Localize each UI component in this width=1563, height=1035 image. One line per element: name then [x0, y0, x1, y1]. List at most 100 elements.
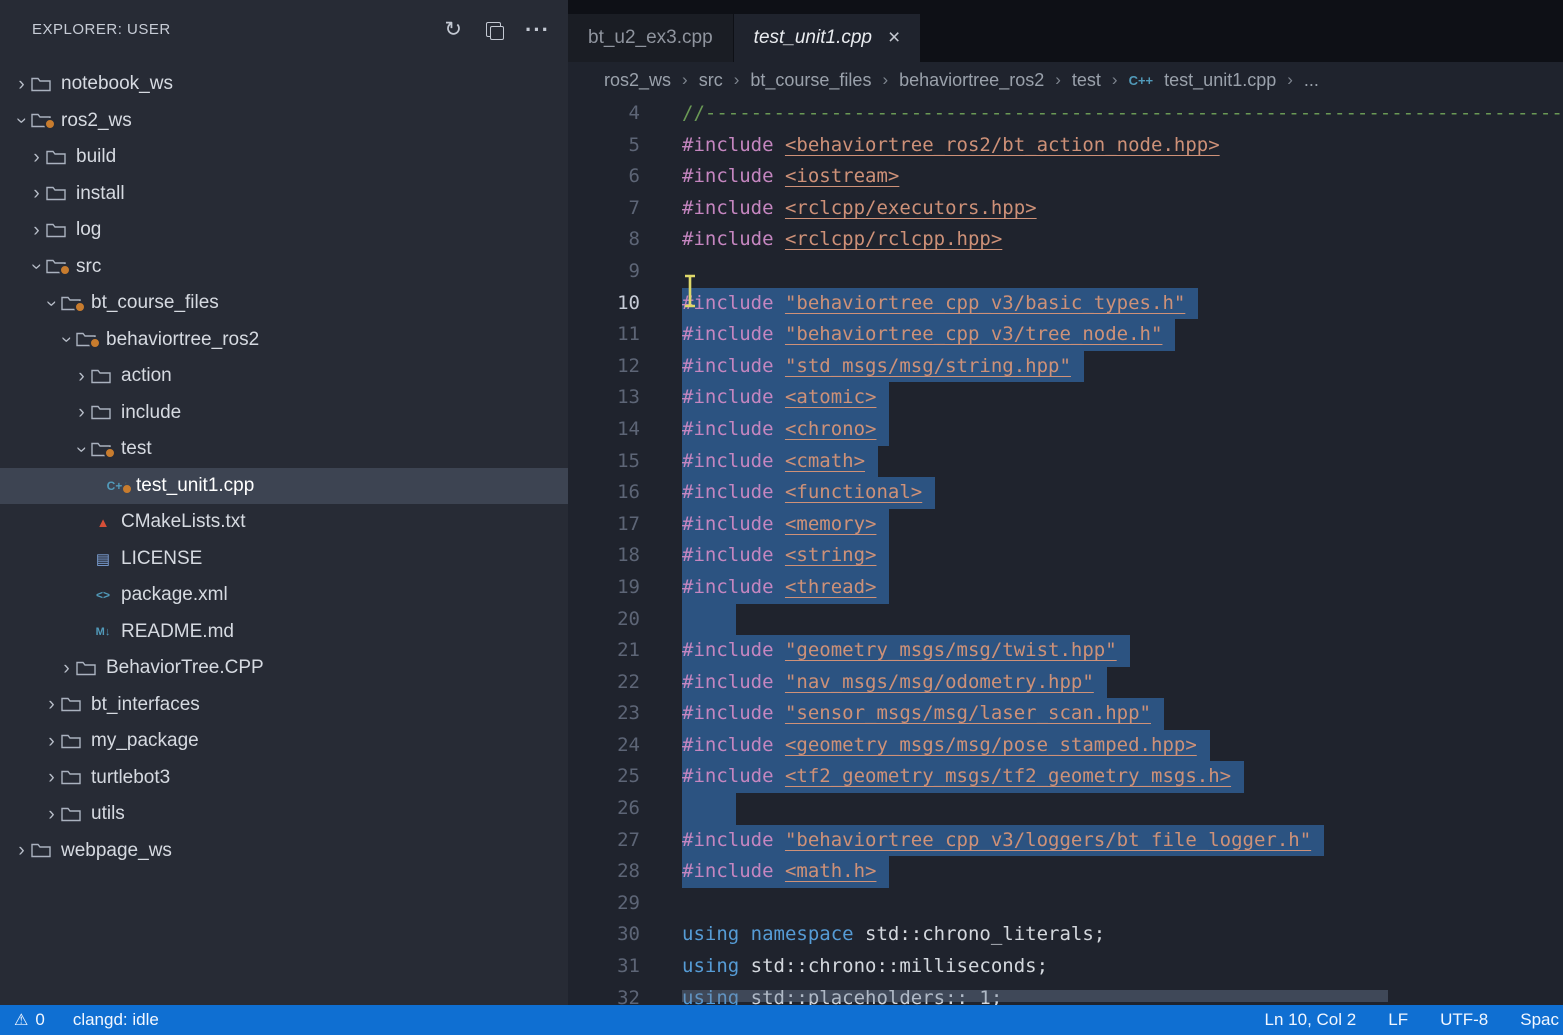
chevron-down-icon: › — [72, 440, 91, 459]
code-line[interactable]: 16#include <functional> — [568, 477, 1563, 509]
tree-item[interactable]: ›include — [0, 395, 568, 432]
code-line[interactable]: 6#include <iostream> — [568, 161, 1563, 193]
code-token: #include — [682, 829, 785, 851]
tree-item[interactable]: ›test — [0, 431, 568, 468]
problems-indicator[interactable]: ⚠0 — [14, 1010, 45, 1030]
tree-item[interactable]: ›BehaviorTree.CPP — [0, 650, 568, 687]
tree-item[interactable]: ›src — [0, 249, 568, 286]
code-line[interactable]: 5#include <behaviortree_ros2/bt_action_n… — [568, 130, 1563, 162]
editor-tab[interactable]: bt_u2_ex3.cpp — [568, 14, 734, 62]
code-line[interactable]: 27#include "behaviortree_cpp_v3/loggers/… — [568, 825, 1563, 857]
code-line-text: #include "behaviortree_cpp_v3/basic_type… — [682, 288, 1198, 320]
code-line[interactable]: 13#include <atomic> — [568, 382, 1563, 414]
collapse-folders-icon[interactable] — [486, 18, 501, 40]
folder-icon — [31, 843, 53, 858]
code-editor[interactable]: 4//-------------------------------------… — [568, 98, 1563, 1005]
refresh-icon[interactable]: ↻ — [444, 18, 462, 40]
code-line[interactable]: 9 — [568, 256, 1563, 288]
breadcrumb-item[interactable]: bt_course_files — [750, 70, 871, 91]
code-line[interactable]: 10#include "behaviortree_cpp_v3/basic_ty… — [568, 288, 1563, 320]
horizontal-scrollbar[interactable] — [682, 990, 1388, 1002]
tree-item-label: turtlebot3 — [91, 767, 170, 789]
chevron-down-icon: › — [27, 257, 46, 276]
cursor-position[interactable]: Ln 10, Col 2 — [1265, 1010, 1357, 1030]
chevron-right-icon: › — [27, 221, 46, 240]
code-line[interactable]: 28#include <math.h> — [568, 856, 1563, 888]
code-line[interactable]: 24#include <geometry_msgs/msg/pose_stamp… — [568, 730, 1563, 762]
line-number: 17 — [568, 509, 640, 541]
tree-item[interactable]: ›my_package — [0, 723, 568, 760]
code-line[interactable]: 7#include <rclcpp/executors.hpp> — [568, 193, 1563, 225]
line-number: 15 — [568, 446, 640, 478]
tree-item[interactable]: CMakeLists.txt — [0, 504, 568, 541]
tree-item[interactable]: ›build — [0, 139, 568, 176]
code-line[interactable]: 25#include <tf2_geometry_msgs/tf2_geomet… — [568, 761, 1563, 793]
tree-item[interactable]: ›install — [0, 176, 568, 213]
code-line[interactable]: 26 — [568, 793, 1563, 825]
code-line[interactable]: 17#include <memory> — [568, 509, 1563, 541]
clangd-status[interactable]: clangd: idle — [73, 1010, 159, 1030]
tree-item-label: install — [76, 183, 125, 205]
code-line[interactable]: 22#include "nav_msgs/msg/odometry.hpp" — [568, 667, 1563, 699]
tree-item[interactable]: test_unit1.cpp — [0, 468, 568, 505]
eol-indicator[interactable]: LF — [1388, 1010, 1408, 1030]
tree-item-label: BehaviorTree.CPP — [106, 657, 264, 679]
code-line[interactable]: 21#include "geometry_msgs/msg/twist.hpp" — [568, 635, 1563, 667]
code-token: <rclcpp/rclcpp.hpp> — [785, 228, 1002, 250]
line-number: 12 — [568, 351, 640, 383]
code-line[interactable]: 8#include <rclcpp/rclcpp.hpp> — [568, 224, 1563, 256]
code-line[interactable]: 11#include "behaviortree_cpp_v3/tree_nod… — [568, 319, 1563, 351]
code-line-text: #include "behaviortree_cpp_v3/loggers/bt… — [682, 825, 1324, 857]
tree-item[interactable]: ›action — [0, 358, 568, 395]
tree-item[interactable]: package.xml — [0, 577, 568, 614]
code-line[interactable]: 31using std::chrono::milliseconds; — [568, 951, 1563, 983]
encoding-indicator[interactable]: UTF-8 — [1440, 1010, 1488, 1030]
breadcrumb-item[interactable]: ros2_ws — [604, 70, 671, 91]
code-token: #include — [682, 292, 785, 314]
code-line-text: #include <tf2_geometry_msgs/tf2_geometry… — [682, 761, 1244, 793]
tree-item[interactable]: ›turtlebot3 — [0, 760, 568, 797]
tree-item[interactable]: README.md — [0, 614, 568, 651]
code-line[interactable]: 12#include "std_msgs/msg/string.hpp" — [568, 351, 1563, 383]
folder-icon — [46, 150, 68, 165]
tree-item-label: README.md — [121, 621, 234, 643]
tree-item[interactable]: ›utils — [0, 796, 568, 833]
breadcrumb-more[interactable]: ... — [1304, 70, 1319, 91]
line-number: 24 — [568, 730, 640, 762]
tree-item[interactable]: ›webpage_ws — [0, 833, 568, 870]
breadcrumb-item[interactable]: test — [1072, 70, 1101, 91]
tree-item-label: ros2_ws — [61, 110, 132, 132]
folder-icon — [46, 223, 68, 238]
editor-tab[interactable]: test_unit1.cpp × — [734, 14, 922, 62]
indentation-indicator[interactable]: Spac — [1520, 1010, 1559, 1030]
chevron-down-icon: › — [42, 294, 61, 313]
code-line[interactable]: 30using namespace std::chrono_literals; — [568, 919, 1563, 951]
code-line[interactable]: 23#include "sensor_msgs/msg/laser_scan.h… — [568, 698, 1563, 730]
tree-item[interactable]: ›log — [0, 212, 568, 249]
chevron-down-icon: › — [12, 111, 31, 130]
code-line[interactable]: 20 — [568, 604, 1563, 636]
line-number: 23 — [568, 698, 640, 730]
code-line[interactable]: 29 — [568, 888, 1563, 920]
close-icon[interactable]: × — [888, 26, 900, 50]
line-number: 29 — [568, 888, 640, 920]
code-line[interactable]: 4//-------------------------------------… — [568, 98, 1563, 130]
tree-item[interactable]: ›bt_interfaces — [0, 687, 568, 724]
more-actions-icon[interactable]: ··· — [525, 18, 550, 40]
tree-item[interactable]: › ros2_ws — [0, 103, 568, 140]
folder-icon — [61, 807, 83, 822]
code-line[interactable]: 14#include <chrono> — [568, 414, 1563, 446]
tree-item[interactable]: ›behaviortree_ros2 — [0, 322, 568, 359]
tab-label: test_unit1.cpp — [754, 27, 872, 49]
code-line[interactable]: 15#include <cmath> — [568, 446, 1563, 478]
code-line[interactable]: 18#include <string> — [568, 540, 1563, 572]
chevron-down-icon: › — [57, 330, 76, 349]
tree-item[interactable]: LICENSE — [0, 541, 568, 578]
breadcrumb-item[interactable]: src — [699, 70, 723, 91]
code-line[interactable]: 19#include <thread> — [568, 572, 1563, 604]
tree-item[interactable]: ›bt_course_files — [0, 285, 568, 322]
tab-bar: bt_u2_ex3.cpp test_unit1.cpp × — [568, 0, 1563, 62]
tree-item[interactable]: ›notebook_ws — [0, 66, 568, 103]
breadcrumb-item[interactable]: behaviortree_ros2 — [899, 70, 1044, 91]
breadcrumb-file[interactable]: test_unit1.cpp — [1164, 70, 1276, 91]
